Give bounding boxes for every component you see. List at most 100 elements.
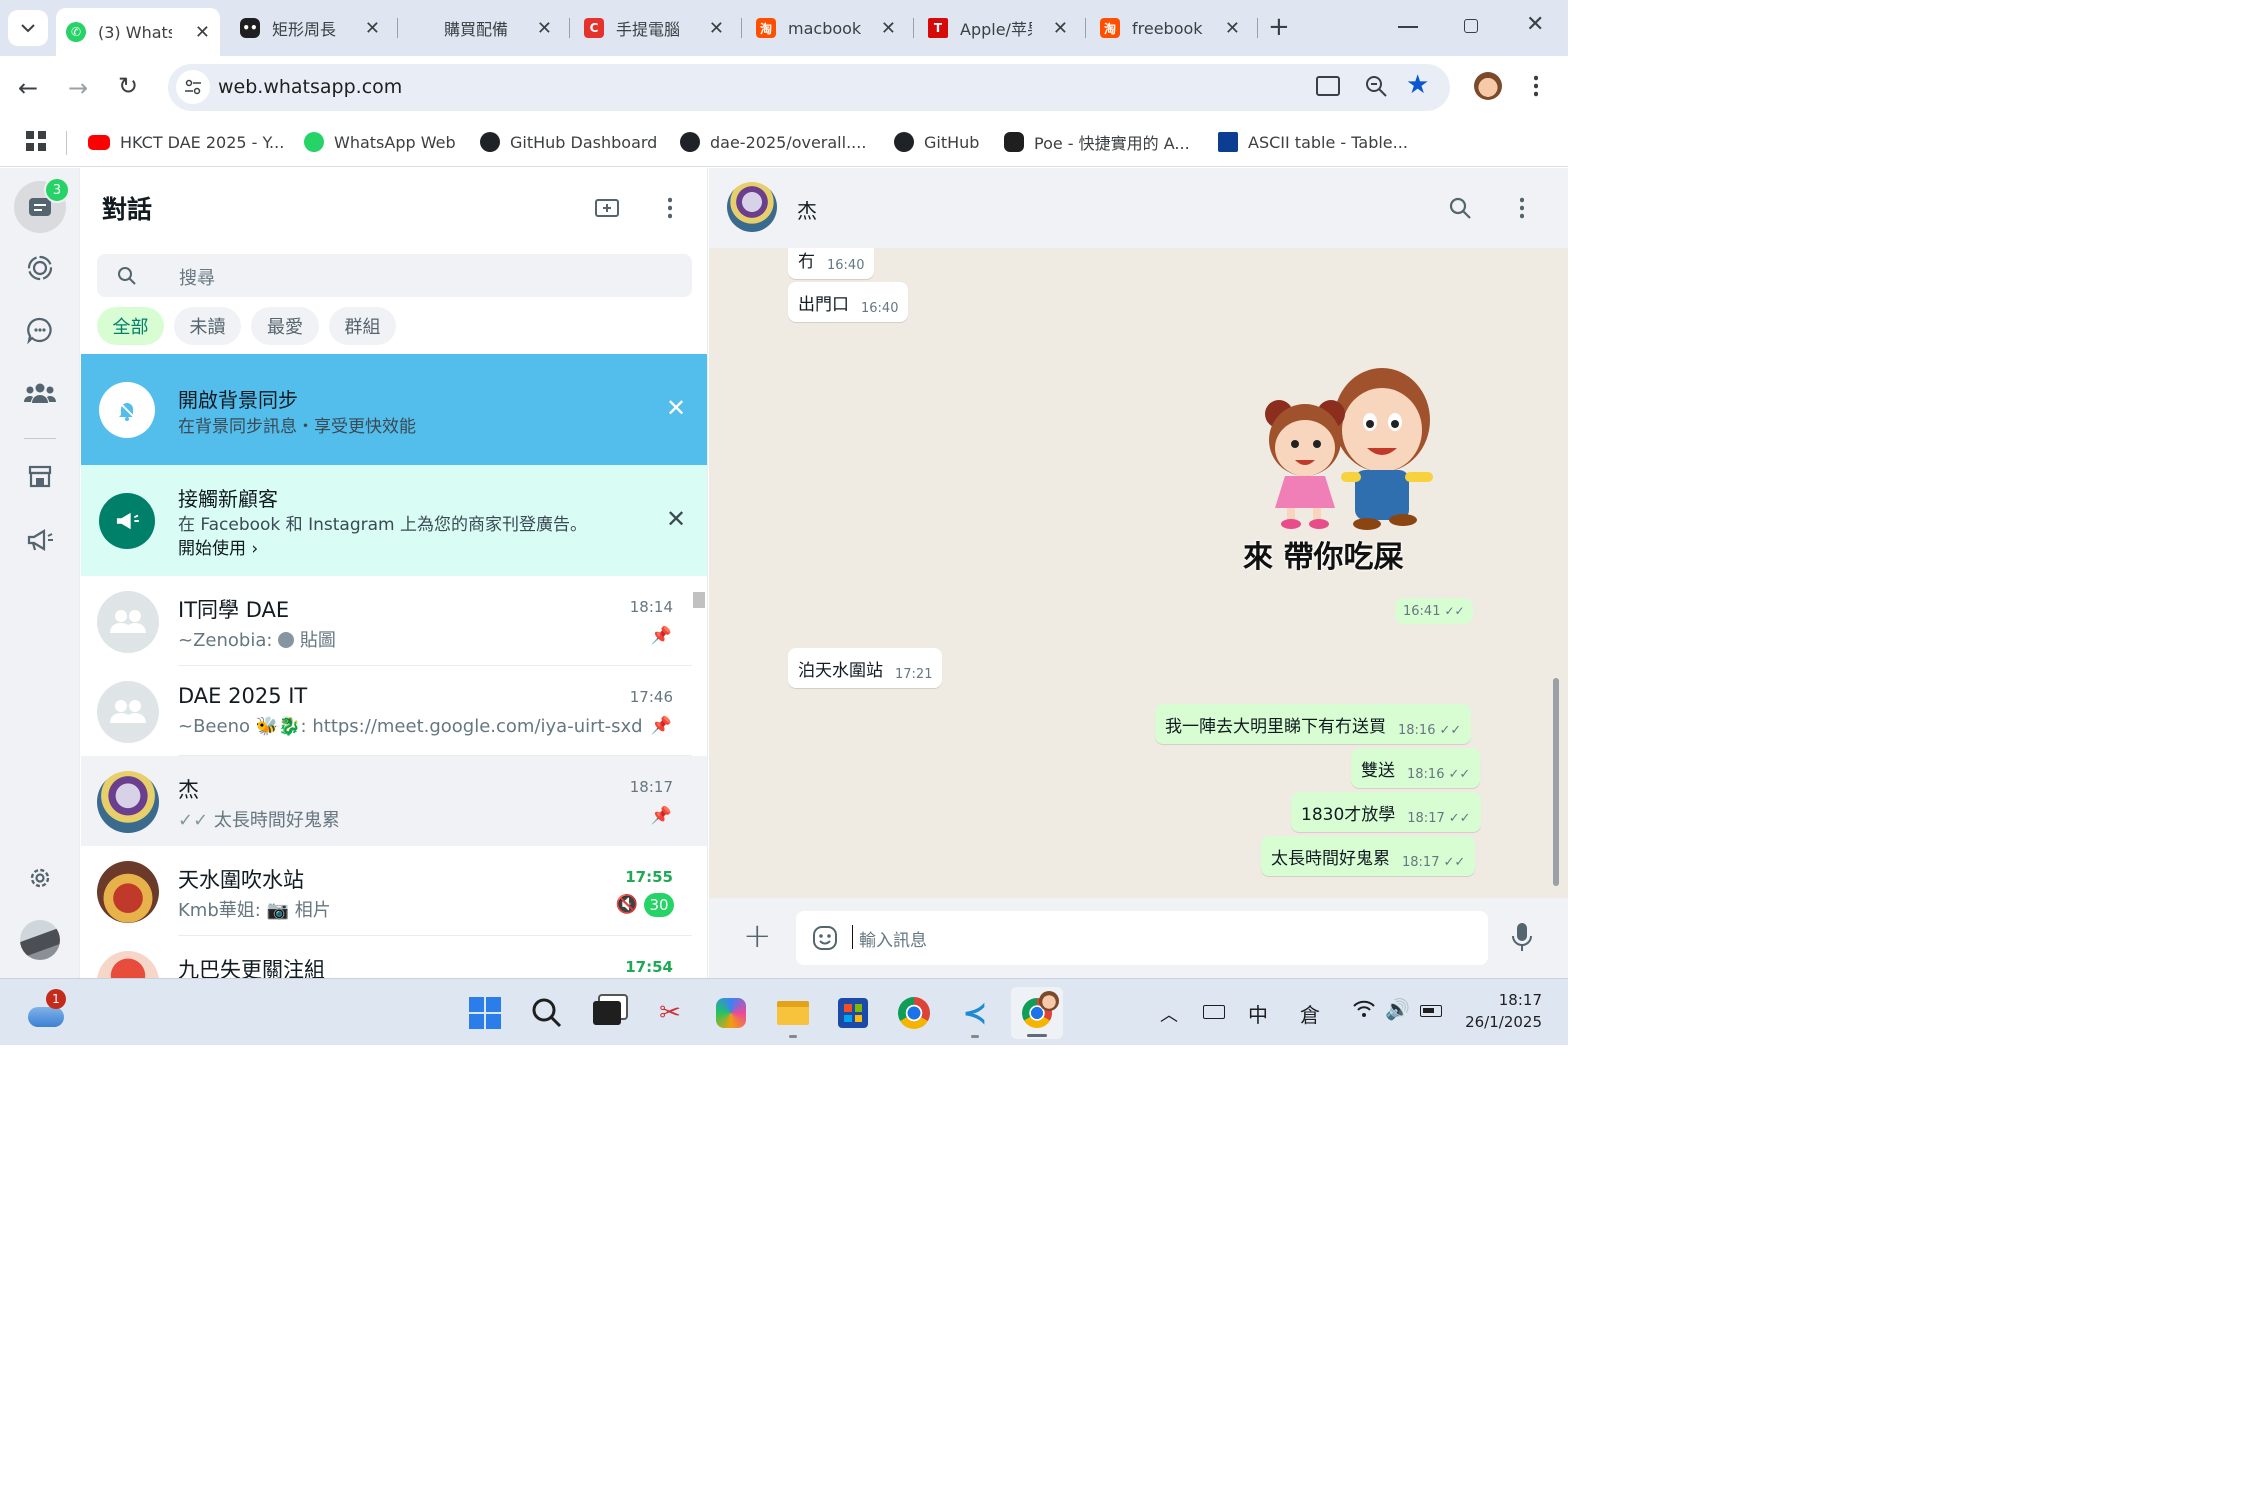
back-button[interactable]: ←: [18, 74, 38, 102]
bookmark-dae-overall[interactable]: dae-2025/overall....: [680, 129, 866, 155]
close-icon[interactable]: ✕: [881, 18, 896, 39]
message-input[interactable]: 輸入訊息: [796, 911, 1488, 965]
conversation-header[interactable]: 杰: [709, 168, 1568, 248]
start-button[interactable]: [465, 993, 505, 1033]
address-bar[interactable]: web.whatsapp.com ★: [168, 64, 1450, 111]
nav-communities[interactable]: [20, 373, 60, 413]
weather-widget[interactable]: 1: [26, 989, 66, 1033]
chat-row[interactable]: IT同學 DAE ~Zenobia: 貼圖 18:14 📌: [81, 576, 707, 666]
bookmark-poe[interactable]: Poe - 快捷實用的 A...: [1004, 129, 1190, 155]
clock[interactable]: 18:17 26/1/2025: [1462, 991, 1542, 1031]
chrome-app[interactable]: [894, 993, 934, 1033]
site-settings-icon[interactable]: [176, 70, 210, 104]
nav-channels[interactable]: [20, 310, 60, 350]
message-outgoing[interactable]: 雙送 18:16 ✓✓: [1351, 748, 1481, 788]
tab-search-button[interactable]: [8, 10, 48, 46]
tab-whatsapp[interactable]: ✆ (3) WhatsApp ✕: [56, 8, 220, 56]
filter-groups[interactable]: 群組: [329, 307, 396, 345]
tab-laptop[interactable]: C 手提電腦 ✕: [574, 8, 734, 48]
bookmark-whatsapp[interactable]: WhatsApp Web: [304, 129, 456, 155]
close-icon[interactable]: ✕: [1053, 18, 1068, 39]
install-app-icon[interactable]: [1316, 76, 1340, 96]
close-window-button[interactable]: ✕: [1526, 12, 1544, 37]
filter-favorites[interactable]: 最愛: [251, 307, 319, 345]
taskbar-search-button[interactable]: [527, 993, 567, 1033]
chat-row[interactable]: DAE 2025 IT ~Beeno 🐝🐉: https://meet.goog…: [81, 666, 707, 756]
message-incoming[interactable]: 泊天水圍站 17:21: [788, 648, 943, 688]
keyboard-icon[interactable]: [1203, 1005, 1225, 1019]
bookmark-github-dashboard[interactable]: GitHub Dashboard: [480, 129, 657, 155]
store-app[interactable]: [833, 993, 873, 1033]
forward-button[interactable]: →: [68, 74, 88, 102]
chrome-profile-app-active[interactable]: [1011, 987, 1063, 1039]
close-icon[interactable]: ✕: [666, 394, 686, 422]
ads-banner-link[interactable]: 開始使用 ›: [178, 534, 258, 559]
filter-all[interactable]: 全部: [97, 307, 164, 345]
message-outgoing[interactable]: 1830才放學 18:17 ✓✓: [1291, 792, 1481, 832]
my-profile-avatar[interactable]: [20, 920, 60, 960]
chat-scrollbar[interactable]: [1553, 678, 1559, 886]
search-icon[interactable]: [1448, 196, 1472, 220]
close-icon[interactable]: ✕: [709, 18, 724, 39]
wifi-icon[interactable]: [1352, 999, 1376, 1023]
nav-settings[interactable]: [20, 858, 60, 898]
nav-chats[interactable]: 3: [14, 177, 70, 233]
task-view-button[interactable]: [587, 993, 627, 1033]
attach-button[interactable]: +: [743, 916, 772, 956]
tab-macbook[interactable]: 淘 macbook ✕: [746, 8, 906, 48]
chat-menu-icon[interactable]: [1520, 196, 1524, 220]
search-icon: [532, 998, 562, 1028]
filter-unread[interactable]: 未讀: [174, 307, 241, 345]
nav-advertise[interactable]: [20, 520, 60, 560]
tab-apple[interactable]: 購買配備 ✕: [402, 8, 562, 48]
bookmark-hkct[interactable]: HKCT DAE 2025 - Y...: [88, 129, 284, 155]
profile-avatar[interactable]: [1474, 72, 1502, 100]
reload-button[interactable]: ↻: [118, 72, 138, 100]
chat-row[interactable]: 天水圍吹水站 Kmb華姐: 📷 相片 17:55 🔇 30: [81, 846, 707, 936]
message-outgoing[interactable]: 我一陣去大明里睇下有冇送買 18:16 ✓✓: [1155, 704, 1472, 744]
search-box[interactable]: 搜尋: [97, 254, 692, 297]
background-sync-banner[interactable]: 開啟背景同步 在背景同步訊息・享受更快效能 ✕: [81, 354, 707, 465]
bookmark-ascii[interactable]: ASCII table - Table...: [1218, 129, 1408, 155]
close-icon[interactable]: ✕: [195, 22, 210, 43]
copilot-app[interactable]: [711, 993, 751, 1033]
zoom-icon[interactable]: [1364, 74, 1388, 102]
battery-icon[interactable]: [1420, 1005, 1442, 1017]
volume-icon[interactable]: 🔊: [1385, 997, 1410, 1021]
message-outgoing[interactable]: 太長時間好鬼累 18:17 ✓✓: [1261, 836, 1476, 876]
list-menu-icon[interactable]: [668, 196, 672, 220]
file-explorer-app[interactable]: [773, 993, 813, 1033]
ime-mode[interactable]: 中: [1248, 999, 1268, 1028]
message-incoming[interactable]: 冇 16:40: [788, 248, 875, 279]
tab-poe[interactable]: •• 矩形周長 ✕: [230, 8, 390, 48]
tray-overflow-icon[interactable]: ︿: [1160, 1001, 1178, 1027]
microphone-icon[interactable]: [1511, 922, 1533, 952]
sticker-emoji-icon[interactable]: [812, 925, 838, 951]
nav-catalog[interactable]: [20, 456, 60, 496]
apps-grid-icon[interactable]: [26, 131, 46, 151]
close-icon[interactable]: ✕: [365, 18, 380, 39]
close-icon[interactable]: ✕: [1225, 18, 1240, 39]
new-chat-button[interactable]: [594, 196, 620, 224]
browser-menu-icon[interactable]: [1534, 74, 1538, 98]
nav-status[interactable]: [20, 248, 60, 288]
chat-row-active[interactable]: 杰 ✓✓ 太長時間好鬼累 18:17 📌: [81, 756, 707, 846]
snipping-tool-app[interactable]: ✂: [650, 993, 690, 1033]
message-incoming[interactable]: 出門口 16:40: [788, 282, 909, 322]
restore-button[interactable]: [1464, 19, 1478, 33]
list-scrollbar[interactable]: [693, 592, 705, 608]
ime-layout[interactable]: 倉: [1300, 999, 1320, 1028]
tab-freebook[interactable]: 淘 freebook ✕: [1090, 8, 1250, 48]
close-icon[interactable]: ✕: [666, 505, 686, 533]
contact-avatar[interactable]: [727, 182, 777, 232]
chat-row[interactable]: 九巴失更關注組 17:54: [81, 936, 707, 978]
sticker-message[interactable]: 來 帶你吃屎: [1237, 360, 1447, 575]
tab-apple-tmall[interactable]: T Apple/苹果 ✕: [918, 8, 1078, 48]
bookmark-star-icon[interactable]: ★: [1406, 70, 1429, 100]
vscode-app[interactable]: ≺: [955, 993, 995, 1033]
advertise-banner[interactable]: 接觸新顧客 在 Facebook 和 Instagram 上為您的商家刊登廣告。…: [81, 465, 707, 576]
new-tab-button[interactable]: +: [1268, 12, 1290, 42]
bookmark-github[interactable]: GitHub: [894, 129, 979, 155]
minimize-button[interactable]: [1398, 26, 1418, 28]
close-icon[interactable]: ✕: [537, 18, 552, 39]
